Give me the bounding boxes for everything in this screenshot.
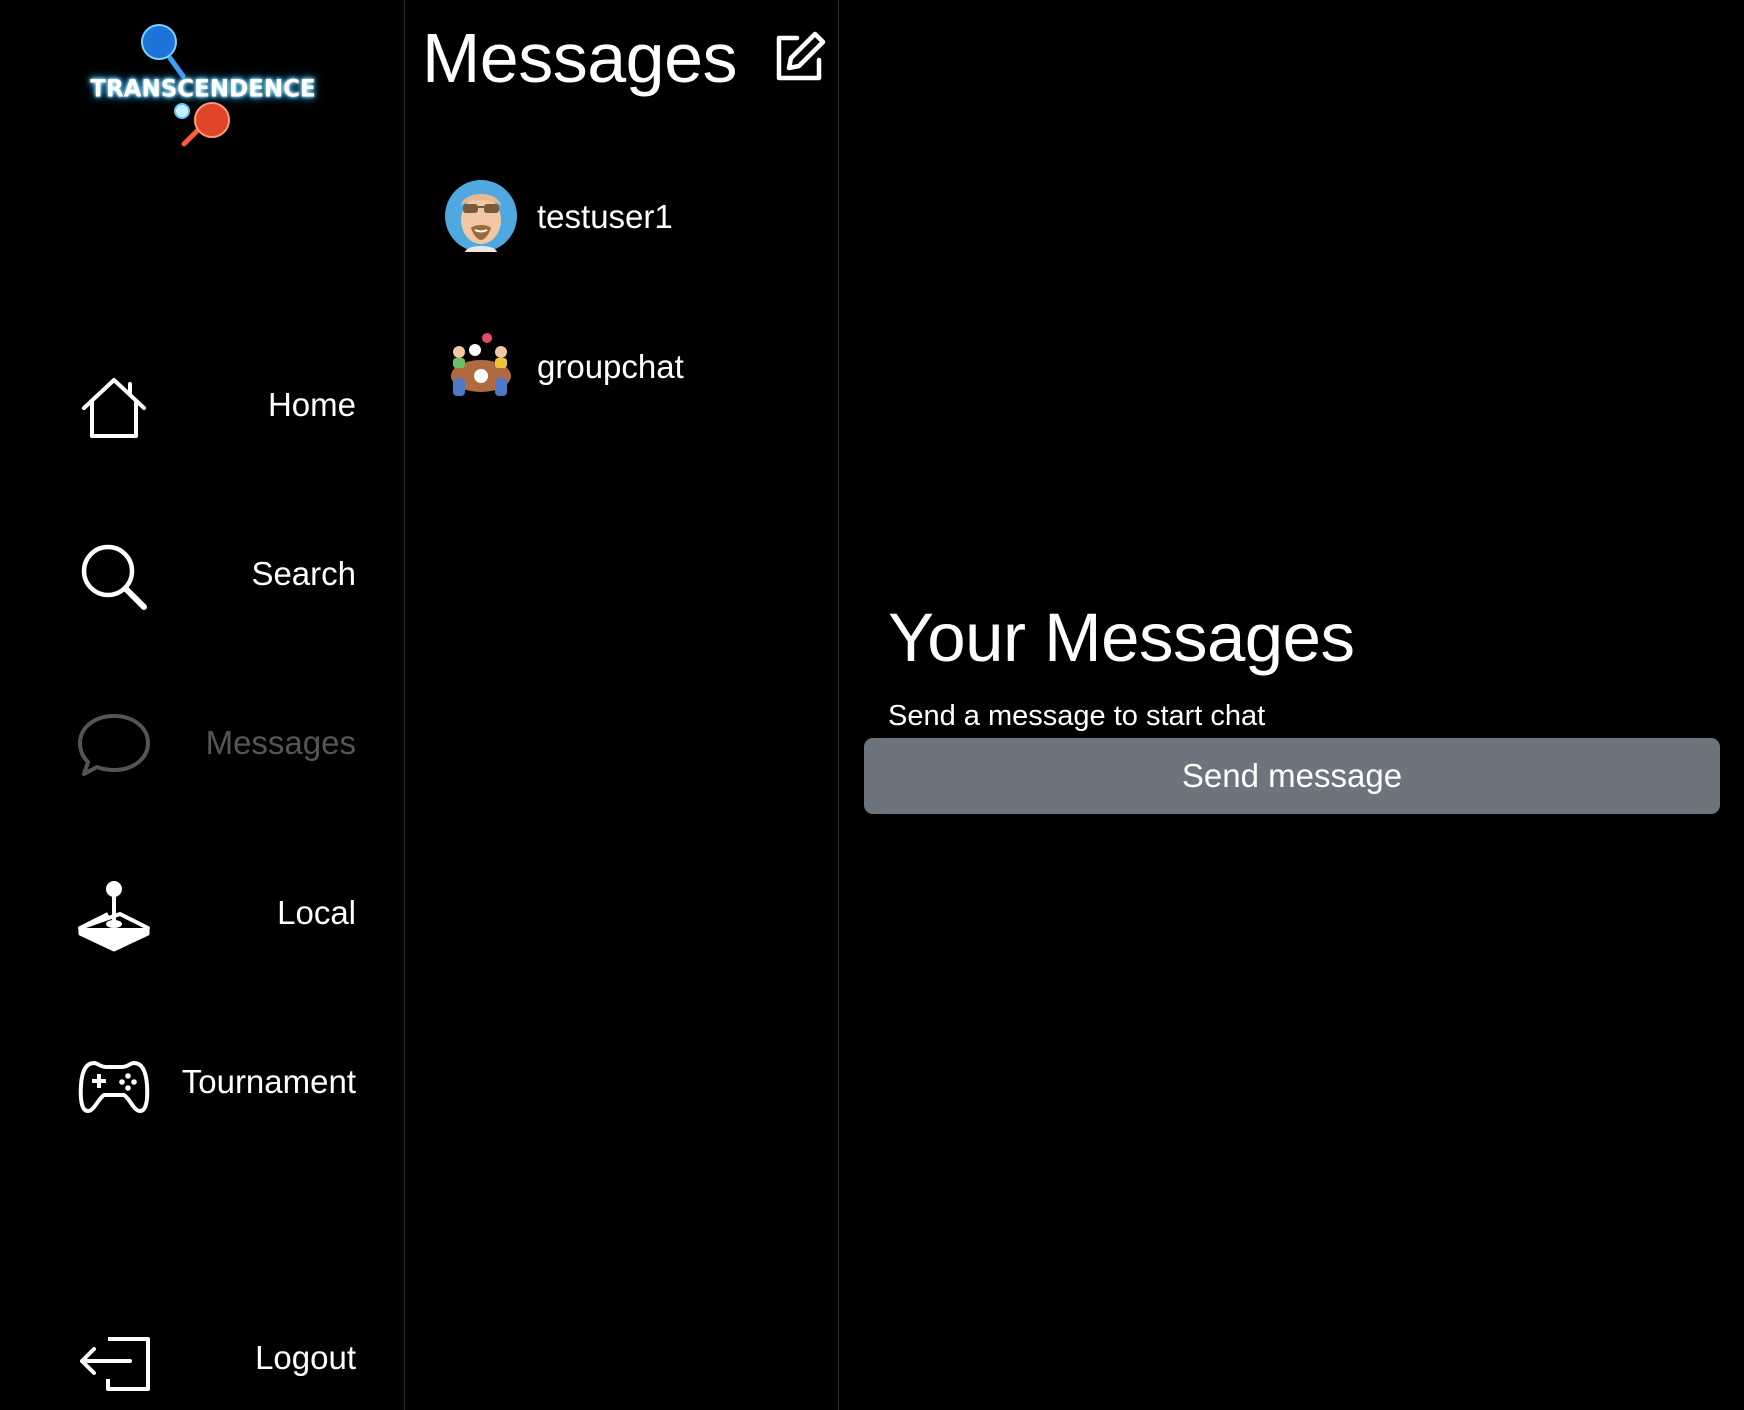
logout-icon bbox=[80, 1337, 150, 1391]
sidebar-item-label: Local bbox=[277, 894, 356, 931]
conversation-item-testuser1[interactable]: testuser1 bbox=[445, 180, 815, 260]
sidebar-item-label: Messages bbox=[205, 724, 356, 761]
sidebar-item-label: Home bbox=[267, 386, 356, 423]
send-message-button[interactable]: Send message bbox=[864, 738, 1720, 814]
sidebar-item-logout[interactable]: Logout bbox=[78, 1317, 356, 1397]
main-panel: Your Messages Send a message to start ch… bbox=[840, 0, 1744, 1410]
empty-state-subtitle: Send a message to start chat bbox=[888, 700, 1266, 732]
sidebar-item-local[interactable]: Local bbox=[78, 872, 356, 952]
sidebar-item-label: Tournament bbox=[181, 1063, 356, 1100]
conversation-name: groupchat bbox=[537, 348, 684, 385]
logo[interactable]: TRANSCENDENCE bbox=[70, 18, 330, 153]
sidebar-item-label: Logout bbox=[255, 1339, 356, 1376]
app-root: TRANSCENDENCE Home Search Messages Local… bbox=[0, 0, 1744, 1410]
chat-bubble-icon bbox=[78, 714, 150, 776]
search-icon bbox=[81, 544, 147, 610]
gamepad-icon bbox=[78, 1061, 150, 1113]
home-icon bbox=[82, 378, 146, 438]
conversation-item-groupchat[interactable]: groupchat bbox=[445, 330, 815, 410]
joystick-icon bbox=[78, 881, 150, 952]
conversation-name: testuser1 bbox=[537, 198, 673, 235]
sidebar-item-label: Search bbox=[251, 555, 356, 592]
sidebar-item-home[interactable]: Home bbox=[78, 364, 356, 444]
sidebar: TRANSCENDENCE Home Search Messages Local… bbox=[0, 0, 405, 1410]
conversations-title: Messages bbox=[422, 19, 738, 97]
compose-icon[interactable] bbox=[771, 30, 827, 86]
conversation-list: Messages testuser1 groupchat bbox=[405, 0, 839, 1410]
sidebar-item-search[interactable]: Search bbox=[78, 533, 356, 613]
group-avatar bbox=[451, 333, 511, 396]
sidebar-item-messages[interactable]: Messages bbox=[78, 702, 356, 782]
user-avatar bbox=[445, 180, 517, 252]
sidebar-item-tournament[interactable]: Tournament bbox=[78, 1041, 356, 1121]
empty-state-title: Your Messages bbox=[888, 599, 1355, 676]
logo-text: TRANSCENDENCE bbox=[90, 75, 316, 103]
